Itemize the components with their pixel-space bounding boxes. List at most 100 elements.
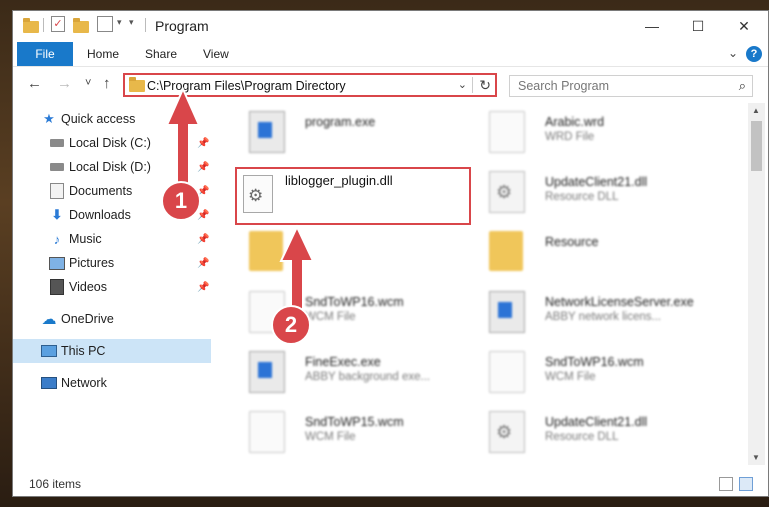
search-placeholder: Search Program — [518, 79, 610, 93]
sidebar-item-label: Network — [61, 376, 107, 390]
tab-home[interactable]: Home — [87, 42, 119, 66]
vertical-scrollbar[interactable]: ▲ ▼ — [748, 103, 765, 465]
folder-icon — [23, 17, 39, 35]
step-badge-2: 2 — [271, 305, 311, 345]
ribbon: File Home Share View ⌄ ? — [13, 42, 768, 67]
download-icon: ⬇ — [51, 207, 63, 222]
sidebar-item-label: Documents — [69, 184, 133, 198]
sidebar-item-this-pc[interactable]: This PC — [13, 339, 211, 363]
list-item[interactable]: FineExec.exe ABBY background exe... — [249, 351, 489, 403]
star-icon: ★ — [43, 111, 55, 126]
network-icon — [41, 375, 57, 391]
computer-icon — [41, 343, 57, 359]
new-folder-icon[interactable] — [73, 17, 89, 35]
file-name: UpdateClient21.dll — [545, 415, 648, 429]
search-icon[interactable]: ⌕ — [739, 78, 746, 94]
list-item[interactable]: program.exe — [249, 111, 489, 163]
file-type: Resource DLL — [545, 191, 619, 203]
chevron-down-icon[interactable]: ▾ — [117, 17, 122, 35]
back-button[interactable]: ← — [27, 75, 42, 92]
list-item[interactable]: Resource — [489, 231, 729, 283]
file-type: WCM File — [305, 431, 356, 443]
cloud-icon: ☁ — [41, 311, 57, 328]
file-name: UpdateClient21.dll — [545, 175, 648, 189]
properties-icon[interactable]: ✓ — [51, 16, 65, 32]
file-name: Resource — [545, 235, 599, 249]
tab-view[interactable]: View — [203, 42, 229, 66]
list-item[interactable]: NetworkLicenseServer.exe ABBY network li… — [489, 291, 729, 343]
sidebar-item-videos[interactable]: Videos 📌 — [13, 275, 211, 299]
sidebar-item-label: Local Disk (D:) — [69, 160, 151, 174]
divider — [145, 18, 146, 32]
list-item[interactable]: SndToWP15.wcm WCM File — [249, 411, 489, 463]
tab-share[interactable]: Share — [145, 42, 177, 66]
refresh-icon[interactable]: ↻ — [479, 77, 491, 94]
window-title: Program — [155, 18, 209, 34]
file-type: Resource DLL — [545, 431, 619, 443]
file-type: ABBY background exe... — [305, 371, 431, 383]
divider — [43, 18, 44, 32]
list-item[interactable]: UpdateClient21.dll Resource DLL — [489, 411, 729, 463]
file-name: SndToWP16.wcm — [305, 295, 404, 309]
title-bar: ✓ ▾ ▾ Program — ☐ ✕ — [13, 11, 768, 42]
close-button[interactable]: ✕ — [721, 11, 767, 41]
sidebar-item-network[interactable]: Network — [13, 371, 211, 395]
step-badge-1: 1 — [161, 181, 201, 221]
sidebar-item-music[interactable]: ♪ Music 📌 — [13, 227, 211, 251]
document-file-icon — [249, 411, 285, 453]
highlighted-file-liblogger-plugin[interactable]: liblogger_plugin.dll — [235, 167, 471, 225]
videos-icon — [49, 279, 65, 295]
document-file-icon — [489, 351, 525, 393]
up-button[interactable]: ↑ — [103, 75, 111, 92]
explorer-window: ✓ ▾ ▾ Program — ☐ ✕ File Home Share View… — [12, 10, 769, 497]
scrollbar-thumb[interactable] — [751, 121, 762, 171]
details-view-icon[interactable] — [719, 477, 733, 491]
drive-icon — [49, 159, 65, 175]
file-name: Arabic.wrd — [545, 115, 605, 129]
file-name: SndToWP15.wcm — [305, 415, 404, 429]
file-type: ABBY network licens... — [545, 311, 662, 323]
customize-toolbar-icon[interactable]: ▾ — [129, 17, 134, 35]
forward-button[interactable]: → — [57, 75, 72, 92]
pin-icon[interactable]: 📌 — [197, 234, 209, 245]
sidebar-item-pictures[interactable]: Pictures 📌 — [13, 251, 211, 275]
list-item[interactable]: SndToWP16.wcm WCM File — [489, 351, 729, 403]
list-item[interactable]: UpdateClient21.dll Resource DLL — [489, 171, 729, 223]
sidebar-item-label: Pictures — [69, 256, 115, 270]
rename-icon[interactable] — [97, 16, 113, 32]
recent-locations-button[interactable]: ˅ — [85, 77, 91, 89]
scroll-up-icon[interactable]: ▲ — [752, 106, 760, 115]
sidebar-item-label: Videos — [69, 280, 107, 294]
file-name: program.exe — [305, 115, 376, 129]
sidebar-item-onedrive[interactable]: ☁ OneDrive — [13, 307, 211, 331]
documents-icon — [49, 183, 65, 199]
file-name: FineExec.exe — [305, 355, 381, 369]
pictures-icon — [49, 255, 65, 271]
status-bar: 106 items — [13, 473, 768, 496]
sidebar-item-label: Quick access — [61, 112, 136, 126]
large-icons-view-icon[interactable] — [739, 477, 753, 491]
search-input[interactable]: Search Program ⌕ — [509, 75, 753, 97]
maximize-button[interactable]: ☐ — [675, 11, 721, 41]
list-item[interactable]: Arabic.wrd WRD File — [489, 111, 729, 163]
dll-file-icon — [489, 171, 525, 213]
scroll-down-icon[interactable]: ▼ — [752, 453, 760, 462]
exe-file-icon — [489, 291, 525, 333]
divider — [472, 77, 473, 93]
expand-ribbon-icon[interactable]: ⌄ — [728, 46, 738, 60]
file-name: liblogger_plugin.dll — [285, 173, 393, 188]
pin-icon[interactable]: 📌 — [197, 282, 209, 293]
folder-icon — [489, 231, 523, 271]
minimize-button[interactable]: — — [629, 11, 675, 41]
file-tab[interactable]: File — [17, 42, 73, 66]
dll-file-icon — [243, 175, 273, 213]
sidebar-item-label: This PC — [61, 344, 106, 358]
help-icon[interactable]: ? — [746, 46, 762, 62]
sidebar-item-label: Downloads — [69, 208, 131, 222]
chevron-down-icon[interactable]: ⌄ — [458, 78, 467, 91]
file-name: NetworkLicenseServer.exe — [545, 295, 694, 309]
pin-icon[interactable]: 📌 — [197, 258, 209, 269]
file-type: WRD File — [545, 131, 595, 143]
document-file-icon — [489, 111, 525, 153]
music-icon: ♪ — [53, 231, 61, 247]
